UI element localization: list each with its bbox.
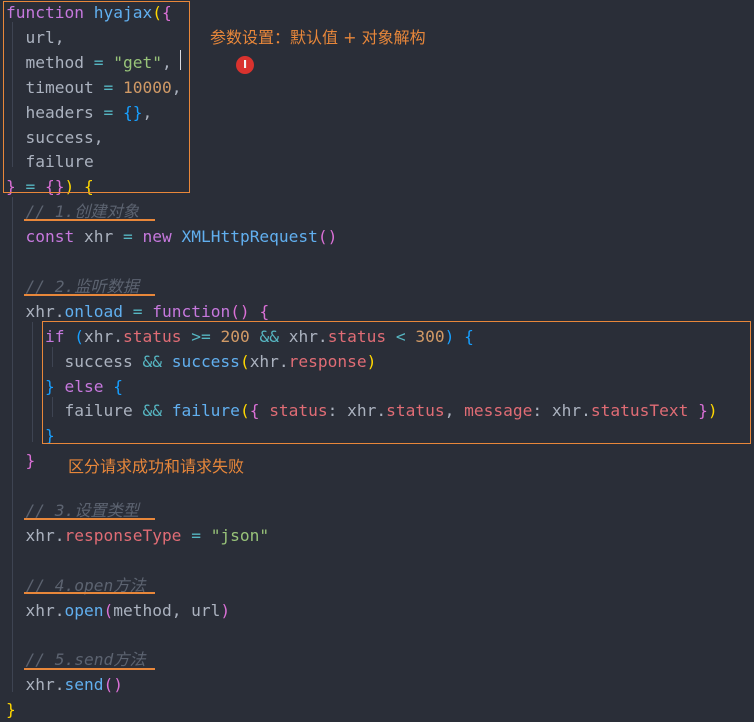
code-token: = [132,301,143,321]
code-token: method, url [113,600,221,620]
code-line: xhr.send() [6,672,123,697]
params-note: 参数设置：默认值 + 对象解构 [210,28,426,47]
comment-underline [24,668,155,670]
code-token: function [152,301,231,321]
code-token: xhr. [6,600,65,620]
text-cursor-icon: I [236,56,254,74]
code-token: xhr. [6,525,65,545]
code-token: = [122,227,133,247]
code-token: () [230,301,250,321]
branch-note: 区分请求成功和请求失败 [68,457,245,476]
code-token: } [6,700,16,720]
code-token: "json" [210,525,270,545]
code-token: new [142,227,172,247]
code-token: ) [220,600,231,620]
code-token: onload [64,301,123,321]
code-token: () [317,227,338,247]
status-branch-highlight-box [42,321,751,444]
code-token: { [259,301,270,321]
code-line: xhr.responseType = "json" [6,523,269,548]
comment-underline [24,219,155,221]
code-line: } [6,697,16,722]
comment-underline [24,294,155,296]
comment-underline [24,518,155,520]
code-token: XMLHttpRequest [181,227,318,247]
comment-underline [24,592,155,594]
code-line: xhr.open(method, url) [6,598,230,623]
code-token: responseType [64,525,182,545]
code-token: } [25,451,36,471]
code-token: // 5.send方法 [6,650,146,670]
params-highlight-box [3,1,190,193]
code-line: } [6,448,36,473]
code-token: = [191,525,201,545]
code-token: xhr [74,227,123,247]
code-token: () [103,675,123,695]
code-line: const xhr = new XMLHttpRequest() [6,224,338,249]
code-token: open [64,600,104,620]
code-token: ( [103,600,114,620]
code-token: xhr. [6,301,65,321]
code-token: send [64,675,104,695]
code-token: xhr. [6,675,65,695]
code-token: const [25,227,75,247]
